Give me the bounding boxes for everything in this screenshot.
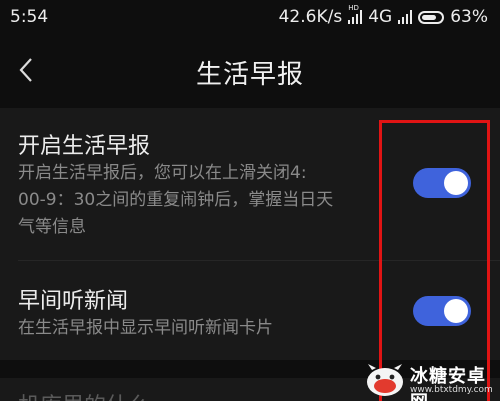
setting-title: 开启生活早报 [18, 134, 151, 159]
net-speed: 42.6K/s [278, 7, 343, 27]
mascot-logo-icon [367, 364, 403, 396]
screen: 5:54 42.6K/s HD 4G 63% 生活早报 开启生活早报 开启生活早… [0, 0, 500, 401]
page-title: 生活早报 [195, 60, 304, 90]
setting-title: 机库里的什么 [18, 388, 150, 401]
cell-signal-icon [398, 10, 413, 24]
setting-description: 在生活早报中显示早间听新闻卡片 [18, 315, 388, 342]
description-line: 开启生活早报后，您可以在上滑关闭4: [18, 163, 307, 183]
watermark-name: 冰糖安卓网 [410, 366, 486, 401]
watermark-url: www.btxtdmy.com [410, 385, 493, 395]
header: 生活早报 [0, 40, 500, 100]
battery-icon [418, 10, 445, 24]
status-indicators: 42.6K/s HD 4G 63% [278, 4, 488, 27]
watermark: 冰糖安卓网 www.btxtdmy.com [360, 356, 500, 401]
network-type: 4G [368, 7, 393, 27]
description-line: 00-9：30之间的重复闹钟后，掌握当日天 [18, 190, 334, 210]
description-line: 气等信息 [18, 217, 86, 237]
hd-signal-icon: HD [348, 4, 363, 24]
status-time: 5:54 [10, 7, 49, 27]
status-bar: 5:54 42.6K/s HD 4G 63% [0, 0, 500, 34]
description-line: 在生活早报中显示早间听新闻卡片 [18, 318, 273, 338]
setting-description: 开启生活早报后，您可以在上滑关闭4: 00-9：30之间的重复闹钟后，掌握当日天… [18, 160, 388, 241]
setting-title: 早间听新闻 [18, 289, 129, 314]
battery-percent: 63% [450, 7, 488, 27]
